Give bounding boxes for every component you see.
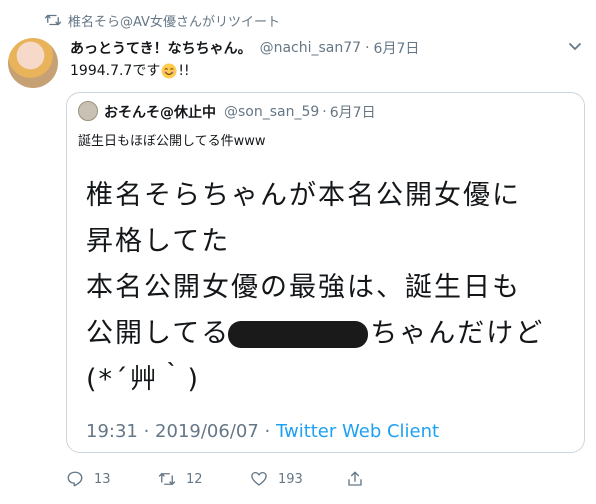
- smiling-face-emoji-icon: [161, 63, 177, 79]
- quoted-display-name[interactable]: おそんそ@休止中: [104, 102, 216, 122]
- quoted-timestamp: 19:31 · 2019/06/07 ·: [86, 421, 276, 442]
- image-line-4: 公開してる ちゃんだけど: [86, 311, 544, 357]
- separator-dot: ·: [365, 40, 370, 56]
- image-line-4-end: ちゃんだけど: [370, 318, 545, 349]
- heart-icon: [251, 471, 267, 486]
- tweet-text-main: 1994.7.7です: [70, 63, 161, 79]
- image-line-2: 昇格してた: [86, 226, 231, 257]
- like-count: 193: [278, 471, 303, 487]
- quoted-handle[interactable]: @son_san_59: [224, 104, 319, 120]
- chevron-down-icon[interactable]: [568, 42, 582, 52]
- quoted-tweet[interactable]: おそんそ@休止中 @son_san_59 · 6月7日 誕生日もほぼ公開してる件…: [66, 92, 585, 453]
- handle[interactable]: @nachi_san77: [260, 40, 361, 56]
- retweet-icon: [44, 14, 62, 26]
- tweet-text-suffix: !!: [178, 63, 190, 79]
- share-icon: [348, 471, 362, 486]
- share-button[interactable]: [346, 470, 374, 488]
- retweet-context-label: 椎名そら@AV女優さんがリツイート: [68, 14, 280, 30]
- quoted-separator-dot: ·: [322, 104, 327, 120]
- image-line-4-start: 公開してる: [86, 318, 231, 349]
- like-button[interactable]: 193: [250, 470, 346, 488]
- client-link[interactable]: Twitter Web Client: [276, 421, 439, 442]
- display-name[interactable]: あっとうてき！なちちゃん。: [70, 38, 252, 58]
- quoted-image-text: 椎名そらちゃんが本名公開女優に 昇格してた 本名公開女優の最強は、誕生日も 公開…: [86, 173, 544, 403]
- quoted-header: おそんそ@休止中 @son_san_59 · 6月7日: [104, 101, 376, 123]
- retweet-context[interactable]: 椎名そら@AV女優さんがリツイート: [44, 9, 280, 31]
- avatar[interactable]: [8, 38, 58, 88]
- tweet-header: あっとうてき！なちちゃん。 @nachi_san77 · 6月7日: [70, 37, 586, 59]
- quoted-text: 誕生日もほぼ公開してる件www: [78, 134, 266, 149]
- tweet-date[interactable]: 6月7日: [374, 38, 420, 58]
- action-bar: 13 12 193: [66, 466, 374, 492]
- retweet-count: 12: [186, 471, 203, 487]
- reply-icon: [67, 471, 83, 487]
- retweet-button[interactable]: 12: [158, 470, 250, 488]
- image-line-3: 本名公開女優の最強は、誕生日も: [86, 272, 521, 303]
- tweet-text: 1994.7.7です !!: [70, 62, 190, 80]
- redaction-bar: [228, 321, 369, 348]
- retweet-icon: [158, 473, 176, 485]
- reply-button[interactable]: 13: [66, 470, 158, 488]
- quoted-meta: 19:31 · 2019/06/07 · Twitter Web Client: [86, 421, 439, 442]
- image-line-1: 椎名そらちゃんが本名公開女優に: [86, 180, 521, 211]
- quoted-avatar[interactable]: [78, 101, 98, 121]
- image-line-5: (*´艸｀): [86, 364, 201, 395]
- quoted-date[interactable]: 6月7日: [330, 102, 376, 122]
- reply-count: 13: [94, 471, 111, 487]
